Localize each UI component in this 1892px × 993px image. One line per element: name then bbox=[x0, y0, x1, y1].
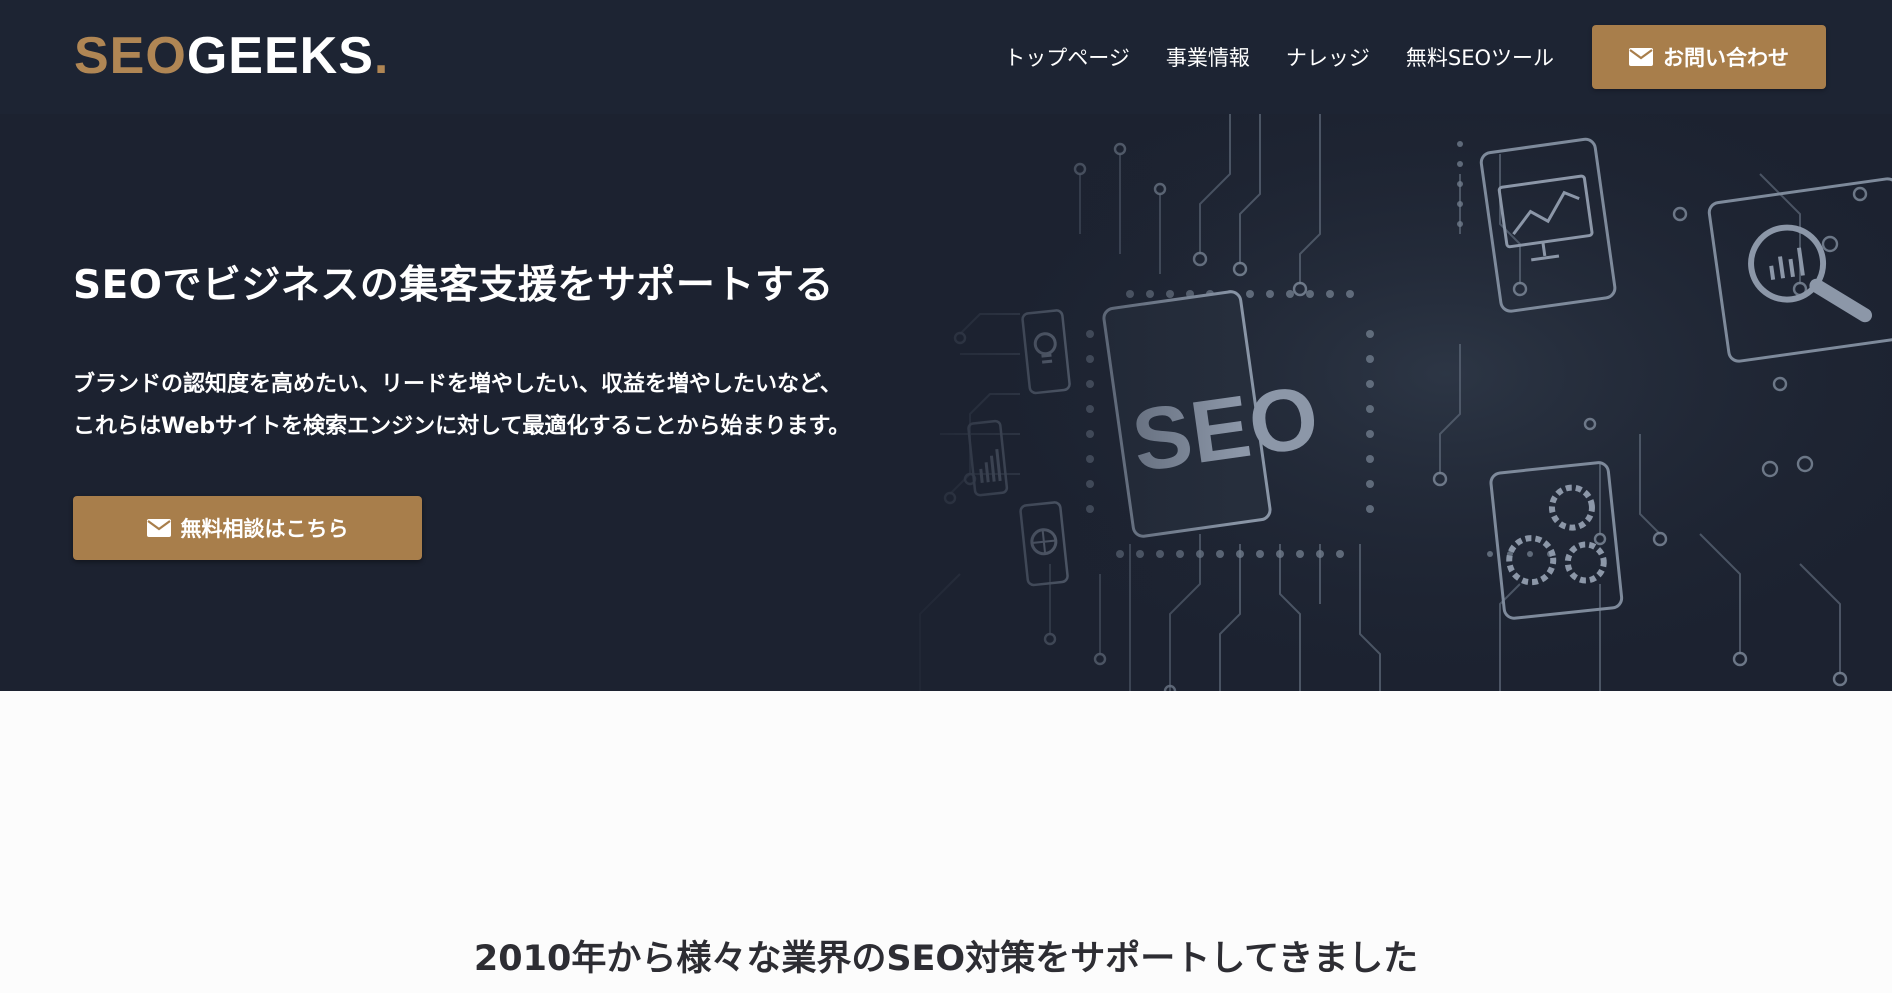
hero-description-line-2: これらはWebサイトを検索エンジンに対して最適化することから始まります。 bbox=[73, 414, 851, 439]
logo-geeks-text: GEEKS bbox=[186, 27, 374, 85]
contact-button[interactable]: お問い合わせ bbox=[1592, 25, 1826, 89]
logo-seo-text: SEO bbox=[74, 27, 187, 85]
hero-description: ブランドの認知度を高めたい、リードを増やしたい、収益を増やしたいなど、 これらは… bbox=[73, 364, 850, 448]
logo-dot: . bbox=[373, 27, 390, 85]
free-consultation-button[interactable]: 無料相談はこちら bbox=[73, 496, 422, 560]
nav-item-top[interactable]: トップページ bbox=[1004, 42, 1130, 72]
main-nav: トップページ 事業情報 ナレッジ 無料SEOツール お問い合わせ bbox=[1004, 0, 1892, 114]
site-logo[interactable]: SEO GEEKS. bbox=[74, 28, 389, 84]
site-header: SEO GEEKS. トップページ 事業情報 ナレッジ 無料SEOツール お問い合… bbox=[0, 0, 1892, 114]
hero-section: SEOでビジネスの集客支援をサポートする ブランドの認知度を高めたい、リードを増… bbox=[0, 114, 1892, 691]
contact-button-label: お問い合わせ bbox=[1663, 46, 1789, 70]
section-title: 2010年から様々な業界のSEO対策をサポートしてきました bbox=[473, 939, 1419, 979]
mail-icon bbox=[146, 519, 171, 537]
hero-description-line-1: ブランドの認知度を高めたい、リードを増やしたい、収益を増やしたいなど、 bbox=[73, 372, 842, 397]
nav-item-knowledge[interactable]: ナレッジ bbox=[1286, 42, 1370, 72]
mail-icon bbox=[1629, 48, 1653, 66]
nav-item-free-seo-tool[interactable]: 無料SEOツール bbox=[1406, 42, 1554, 72]
hero-title: SEOでビジネスの集客支援をサポートする bbox=[73, 263, 834, 308]
hero-gradient-overlay bbox=[880, 114, 1240, 691]
nav-item-business[interactable]: 事業情報 bbox=[1166, 42, 1250, 72]
free-consultation-button-label: 無料相談はこちら bbox=[180, 517, 349, 541]
